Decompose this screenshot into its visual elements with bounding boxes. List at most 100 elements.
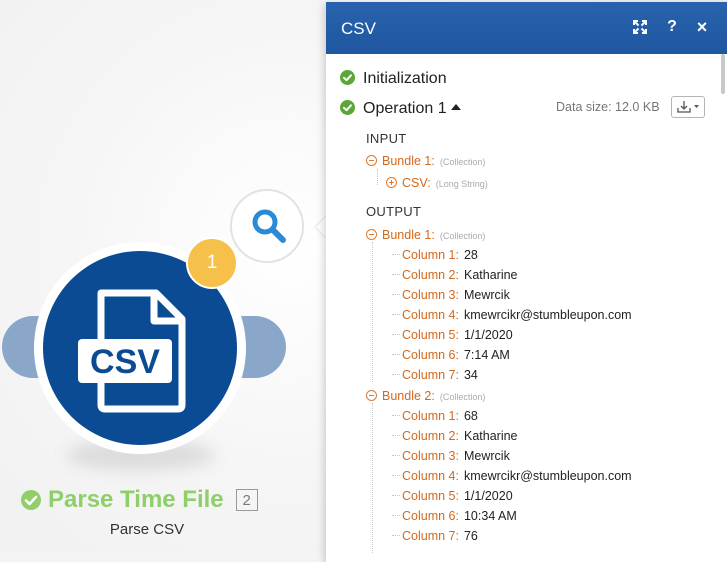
output-column[interactable]: Column 7: 34 (392, 368, 478, 382)
panel-scrollbar[interactable] (721, 54, 725, 94)
column-key: Column 7: (402, 529, 459, 543)
execution-inspector-panel: CSV ? × Initialization Operation 1 Data … (326, 2, 727, 562)
tree-branch (392, 415, 400, 416)
output-column[interactable]: Column 2: Katharine (392, 268, 518, 282)
column-key: Column 5: (402, 328, 459, 342)
csv-file-icon: CSV (78, 289, 186, 413)
input-bundle-1[interactable]: Bundle 1: (Collection) (366, 154, 485, 168)
operation-label: Operation 1 (363, 100, 447, 117)
column-key: Column 7: (402, 368, 459, 382)
tree-branch (392, 274, 400, 275)
column-key: Column 3: (402, 288, 459, 302)
module-title[interactable]: Parse Time File 2 (20, 484, 258, 516)
output-column[interactable]: Column 5: 1/1/2020 (392, 489, 513, 503)
column-value: Mewrcik (463, 288, 510, 302)
column-key: Column 4: (402, 308, 459, 322)
column-value: 1/1/2020 (463, 489, 513, 503)
field-type: (Long String) (435, 179, 488, 189)
success-check-icon (21, 490, 41, 510)
column-value: kmewrcikr@stumbleupon.com (463, 308, 632, 322)
tree-branch (392, 455, 400, 456)
tree-branch (392, 314, 400, 315)
bundle-type: (Collection) (439, 392, 486, 402)
close-button[interactable]: × (692, 17, 712, 37)
operations-count-badge[interactable]: 1 (186, 237, 238, 289)
column-key: Column 3: (402, 449, 459, 463)
module-connector-right[interactable] (240, 316, 286, 378)
tree-branch (392, 495, 400, 496)
column-key: Column 2: (402, 268, 459, 282)
collapse-icon[interactable] (366, 390, 377, 401)
download-button[interactable] (671, 96, 705, 118)
column-key: Column 1: (402, 409, 459, 423)
panel-header: CSV ? × (326, 2, 727, 54)
output-column[interactable]: Column 7: 76 (392, 529, 478, 543)
tree-branch (392, 294, 400, 295)
collapse-icon[interactable] (366, 229, 377, 240)
expand-icon (633, 20, 647, 34)
output-column[interactable]: Column 6: 7:14 AM (392, 348, 510, 362)
tree-branch (392, 334, 400, 335)
column-value: 68 (463, 409, 478, 423)
module-app-label: Parse CSV (109, 521, 185, 538)
output-bundle-1[interactable]: Bundle 1: (Collection) (366, 228, 485, 242)
column-value: 28 (463, 248, 478, 262)
help-button[interactable]: ? (662, 17, 682, 37)
panel-title: CSV (341, 19, 376, 38)
success-check-icon (340, 70, 355, 85)
column-value: 7:14 AM (463, 348, 510, 362)
column-value: 10:34 AM (463, 509, 517, 523)
column-value: 1/1/2020 (463, 328, 513, 342)
csv-icon-text: CSV (90, 343, 160, 381)
column-value: Katharine (463, 268, 518, 282)
input-field-csv[interactable]: CSV: (Long String) (386, 176, 488, 190)
bundle-type: (Collection) (439, 157, 486, 167)
collapse-icon[interactable] (366, 155, 377, 166)
tree-branch (392, 374, 400, 375)
initialization-row[interactable]: Initialization (340, 70, 447, 88)
column-key: Column 1: (402, 248, 459, 262)
expand-node-icon[interactable] (386, 177, 397, 188)
data-size-label: Data size: 12.0 KB (556, 100, 660, 114)
input-heading: INPUT (366, 131, 407, 146)
column-key: Column 5: (402, 489, 459, 503)
column-value: 76 (463, 529, 478, 543)
output-column[interactable]: Column 4: kmewrcikr@stumbleupon.com (392, 469, 632, 483)
column-value: Mewrcik (463, 449, 510, 463)
module-name: Parse Time File (48, 486, 224, 513)
column-value: kmewrcikr@stumbleupon.com (463, 469, 632, 483)
tree-guide (377, 169, 378, 185)
output-column[interactable]: Column 1: 28 (392, 248, 478, 262)
success-check-icon (340, 100, 355, 115)
column-value: 34 (463, 368, 478, 382)
output-column[interactable]: Column 6: 10:34 AM (392, 509, 517, 523)
expand-button[interactable] (630, 17, 650, 37)
bundle-type: (Collection) (439, 231, 486, 241)
collapse-caret-icon[interactable] (450, 104, 461, 110)
tree-branch (392, 354, 400, 355)
tree-branch (392, 475, 400, 476)
bundle-key: Bundle 2: (382, 389, 435, 403)
tree-guide (372, 403, 373, 553)
output-column[interactable]: Column 5: 1/1/2020 (392, 328, 513, 342)
output-column[interactable]: Column 3: Mewrcik (392, 288, 510, 302)
column-key: Column 4: (402, 469, 459, 483)
output-column[interactable]: Column 1: 68 (392, 409, 478, 423)
module-id-badge: 2 (235, 489, 258, 511)
column-value: Katharine (463, 429, 518, 443)
output-bundle-2[interactable]: Bundle 2: (Collection) (366, 389, 485, 403)
tree-branch (392, 515, 400, 516)
bundle-key: Bundle 1: (382, 154, 435, 168)
column-key: Column 6: (402, 509, 459, 523)
inspect-output-bubble[interactable] (230, 189, 304, 263)
column-key: Column 6: (402, 348, 459, 362)
operation-row[interactable]: Operation 1 (340, 100, 461, 118)
output-column[interactable]: Column 2: Katharine (392, 429, 518, 443)
output-heading: OUTPUT (366, 204, 422, 219)
initialization-label: Initialization (363, 70, 447, 87)
output-column[interactable]: Column 3: Mewrcik (392, 449, 510, 463)
tree-branch (392, 535, 400, 536)
field-key: CSV: (402, 176, 431, 190)
bundle-key: Bundle 1: (382, 228, 435, 242)
output-column[interactable]: Column 4: kmewrcikr@stumbleupon.com (392, 308, 632, 322)
